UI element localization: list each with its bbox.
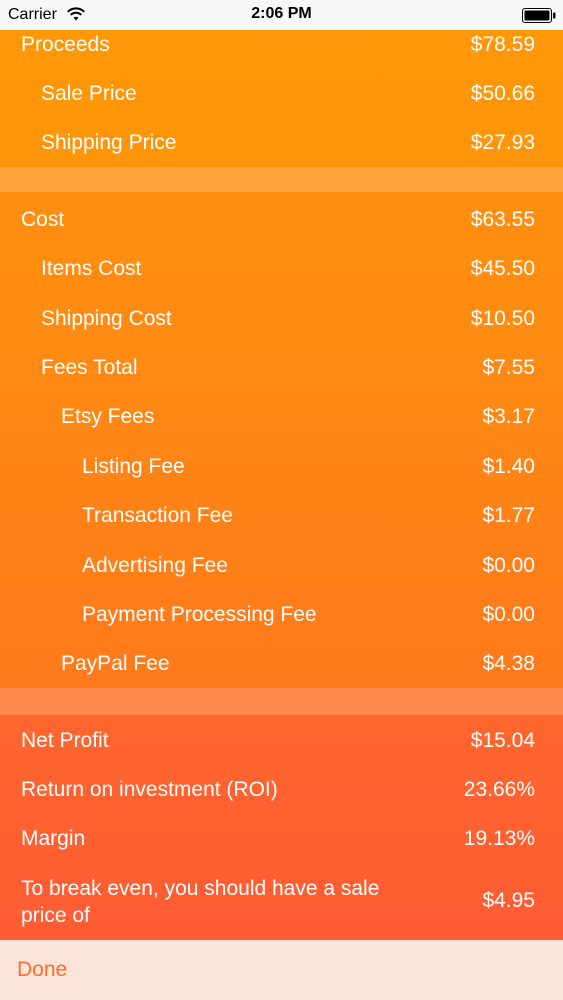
row-value: 19.13% (463, 827, 535, 850)
row-label: Sale Price (41, 82, 137, 105)
row-advertising-fee: Advertising Fee $0.00 (0, 541, 563, 590)
row-listing-fee: Listing Fee $1.40 (0, 442, 563, 491)
row-value: $4.38 (482, 652, 535, 675)
row-cost: Cost $63.55 (0, 195, 563, 244)
section-separator (0, 167, 563, 192)
row-value: $78.59 (470, 33, 535, 56)
row-value: $1.77 (482, 504, 535, 527)
row-transaction-fee: Transaction Fee $1.77 (0, 491, 563, 540)
row-value: $4.95 (482, 889, 535, 912)
row-value: $7.55 (482, 356, 535, 379)
row-label: Fees Total (41, 356, 138, 379)
row-value: $63.55 (470, 208, 535, 231)
row-value: $10.50 (470, 307, 535, 330)
row-sale-price: Sale Price $50.66 (0, 69, 563, 118)
row-value: $15.04 (470, 729, 535, 752)
row-value: $3.17 (482, 405, 535, 428)
row-value: $0.00 (482, 603, 535, 626)
row-label: Cost (21, 208, 65, 231)
row-label: PayPal Fee (61, 652, 170, 675)
row-label: Margin (21, 827, 86, 850)
row-label: Shipping Price (41, 131, 177, 154)
row-payment-processing-fee: Payment Processing Fee $0.00 (0, 590, 563, 639)
row-etsy-fees: Etsy Fees $3.17 (0, 392, 563, 441)
row-label: Return on investment (ROI) (21, 778, 278, 801)
row-label: To break even, you should have a sale pr… (21, 877, 380, 927)
bottom-toolbar: Done (0, 940, 563, 1000)
row-proceeds: Proceeds $78.59 (0, 20, 563, 69)
row-value: $1.40 (482, 455, 535, 478)
row-value: $45.50 (470, 257, 535, 280)
row-label: Transaction Fee (82, 504, 233, 527)
row-label: Listing Fee (82, 455, 185, 478)
row-break-even: To break even, you should have a sale pr… (0, 870, 563, 932)
row-net-profit: Net Profit $15.04 (0, 716, 563, 765)
row-label: Payment Processing Fee (82, 603, 317, 626)
row-margin: Margin 19.13% (0, 814, 563, 863)
row-value: $50.66 (470, 82, 535, 105)
row-label: Advertising Fee (82, 554, 228, 577)
row-paypal-fee: PayPal Fee $4.38 (0, 639, 563, 688)
row-label: Net Profit (21, 729, 109, 752)
section-separator (0, 688, 563, 715)
row-label: Items Cost (41, 257, 142, 280)
done-button[interactable]: Done (17, 940, 67, 1000)
row-items-cost: Items Cost $45.50 (0, 244, 563, 293)
row-label: Shipping Cost (41, 307, 172, 330)
row-roi: Return on investment (ROI) 23.66% (0, 765, 563, 814)
row-value: $27.93 (470, 131, 535, 154)
row-label: Etsy Fees (61, 405, 155, 428)
row-value: $0.00 (482, 554, 535, 577)
row-label: Proceeds (21, 33, 110, 56)
row-shipping-price: Shipping Price $27.93 (0, 118, 563, 167)
row-fees-total: Fees Total $7.55 (0, 343, 563, 392)
row-shipping-cost: Shipping Cost $10.50 (0, 294, 563, 343)
row-value: 23.66% (463, 778, 535, 801)
